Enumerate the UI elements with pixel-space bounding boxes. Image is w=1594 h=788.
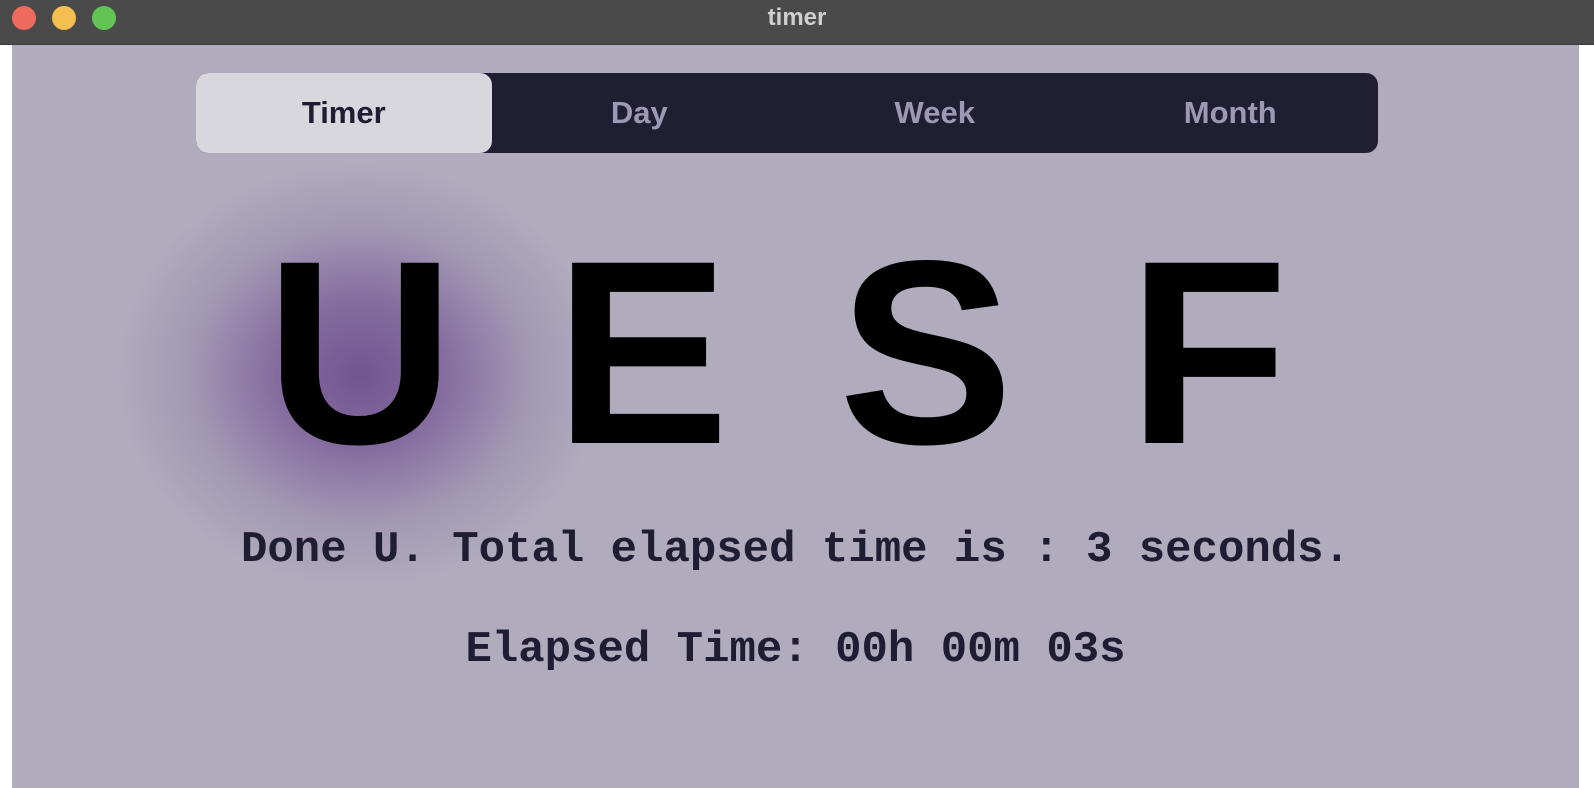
title-bar: timer <box>0 0 1594 45</box>
tab-day[interactable]: Day <box>492 73 788 153</box>
timer-window: timer Timer Day Week Month U E S F Done … <box>0 0 1594 788</box>
letter-f[interactable]: F <box>1108 222 1308 484</box>
tab-month[interactable]: Month <box>1083 73 1379 153</box>
letter-u[interactable]: U <box>260 222 460 484</box>
period-tab-bar: Timer Day Week Month <box>196 73 1378 153</box>
timer-content: Timer Day Week Month U E S F Done U. Tot… <box>12 45 1579 788</box>
tab-timer[interactable]: Timer <box>196 73 492 153</box>
elapsed-time-readout: Elapsed Time: 00h 00m 03s <box>465 625 1126 675</box>
window-title: timer <box>767 4 827 31</box>
tab-week[interactable]: Week <box>787 73 1083 153</box>
letter-s[interactable]: S <box>826 222 1026 484</box>
letter-e[interactable]: E <box>542 222 742 484</box>
done-message: Done U. Total elapsed time is : 3 second… <box>241 525 1350 575</box>
letter-row: U E S F <box>12 222 1579 484</box>
